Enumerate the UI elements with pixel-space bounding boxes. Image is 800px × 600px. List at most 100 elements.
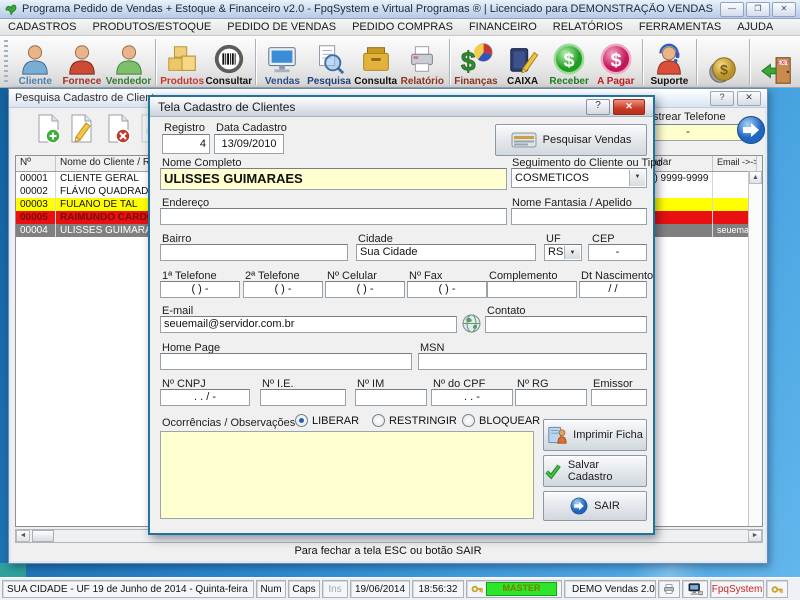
toolbar-pesquisa-button[interactable]: Pesquisa — [306, 37, 353, 87]
menu-relatorios[interactable]: RELATÓRIOS — [545, 21, 631, 33]
minimize-icon[interactable]: — — [720, 2, 744, 17]
dialog-help-icon[interactable]: ? — [586, 99, 610, 115]
chevron-down-icon[interactable]: ▼ — [564, 246, 580, 259]
toolbar-coin-button[interactable]: $ — [700, 37, 747, 87]
ie-field[interactable] — [260, 389, 346, 406]
endereco-field[interactable] — [160, 208, 507, 225]
ocorrencias-label: Ocorrências / Observações — [162, 417, 295, 429]
status-computer[interactable] — [682, 580, 708, 598]
rg-field[interactable] — [515, 389, 587, 406]
complemento-field[interactable] — [487, 281, 577, 298]
cidade-field[interactable]: Sua Cidade — [356, 244, 536, 261]
status-master: MASTER — [466, 580, 562, 598]
send-email-icon[interactable] — [462, 314, 481, 333]
fax-field[interactable]: ( ) - — [407, 281, 487, 298]
toolbar-cliente-button[interactable]: Cliente — [12, 37, 59, 87]
registro-label: Registro — [164, 122, 205, 134]
toolbar-caixa-button[interactable]: CAIXA — [499, 37, 546, 87]
msn-field[interactable] — [418, 353, 647, 370]
uf-select[interactable]: RS ▼ — [544, 244, 582, 261]
col-header-num[interactable]: Nº — [16, 156, 56, 171]
delete-record-icon[interactable] — [106, 113, 132, 145]
scrollbar-thumb[interactable] — [32, 530, 54, 542]
menu-ajuda[interactable]: AJUDA — [729, 21, 781, 33]
menu-ferramentas[interactable]: FERRAMENTAS — [631, 21, 729, 33]
dt-nascimento-field[interactable]: / / — [579, 281, 647, 298]
monitor-icon — [265, 42, 299, 76]
radio-bloquear[interactable]: BLOQUEAR — [462, 414, 540, 427]
cnpj-field[interactable]: . . / - — [160, 389, 250, 406]
bairro-field[interactable] — [160, 244, 348, 261]
salvar-cadastro-button[interactable]: Salvar Cadastro — [543, 455, 647, 487]
edit-record-icon[interactable] — [69, 113, 95, 145]
dialog-titlebar: Tela Cadastro de Clientes ? ✕ — [150, 97, 653, 117]
app-logo-icon — [4, 2, 18, 16]
cep-field[interactable]: - — [588, 244, 647, 261]
menu-produtos-estoque[interactable]: PRODUTOS/ESTOQUE — [84, 21, 219, 33]
imprimir-ficha-button[interactable]: Imprimir Ficha — [543, 419, 647, 451]
scroll-right-icon[interactable]: ► — [748, 530, 762, 542]
key-icon — [471, 583, 483, 595]
im-field[interactable] — [355, 389, 427, 406]
search-window-footer-hint: Para fechar a tela ESC ou botão SAIR — [9, 545, 767, 557]
toolbar-vendas-button[interactable]: Vendas — [259, 37, 306, 87]
toolbar-suporte-button[interactable]: Suporte — [646, 37, 693, 87]
toolbar-consulta-button[interactable]: Consulta — [352, 37, 399, 87]
ocorrencias-textarea[interactable] — [160, 431, 534, 519]
chevron-down-icon[interactable]: ▼ — [629, 170, 645, 186]
seguimento-select[interactable]: COSMETICOS ▼ — [511, 168, 647, 188]
menu-pedido-compras[interactable]: PEDIDO COMPRAS — [344, 21, 461, 33]
radio-liberar[interactable]: LIBERAR — [295, 414, 359, 427]
scroll-up-icon[interactable]: ▲ — [749, 171, 762, 184]
radio-restringir[interactable]: RESTRINGIR — [372, 414, 457, 427]
pesquisar-vendas-button[interactable]: Pesquisar Vendas — [495, 124, 647, 156]
toolbar-fornece-button[interactable]: Fornece — [59, 37, 106, 87]
cpf-field[interactable]: . . - — [431, 389, 513, 406]
status-caps: Caps — [288, 580, 320, 598]
help-icon[interactable]: ? — [710, 91, 734, 106]
sair-button[interactable]: SAIR — [543, 491, 647, 521]
status-printer[interactable] — [658, 580, 680, 598]
scroll-left-icon[interactable]: ◄ — [16, 530, 30, 542]
emissor-field[interactable] — [591, 389, 647, 406]
green-dollar-ball-icon: $ — [552, 42, 586, 76]
tel2-field[interactable]: ( ) - — [243, 281, 323, 298]
nome-fantasia-field[interactable] — [511, 208, 647, 225]
toolbar-vendedor-button[interactable]: Vendedor — [105, 37, 152, 87]
toolbar-consultar-button[interactable]: Consultar — [205, 37, 252, 87]
window-title: Programa Pedido de Vendas + Estoque & Fi… — [22, 3, 716, 15]
red-dollar-ball-icon: $ — [599, 42, 633, 76]
person-blue-icon — [18, 42, 52, 76]
toolbar-relatorio-button[interactable]: Relatório — [399, 37, 446, 87]
dialog-close-icon[interactable]: ✕ — [613, 99, 645, 115]
svg-text:EXIT: EXIT — [777, 60, 789, 66]
close-icon[interactable]: ✕ — [772, 2, 796, 17]
toolbar-produtos-button[interactable]: Produtos — [159, 37, 206, 87]
toolbar-a-pagar-button[interactable]: $ A Pagar — [592, 37, 639, 87]
status-bar: SUA CIDADE - UF 19 de Junho de 2014 - Qu… — [0, 577, 800, 600]
vertical-scrollbar[interactable]: ▲ — [748, 171, 762, 526]
toolbar-receber-button[interactable]: $ Receber — [546, 37, 593, 87]
menu-pedido-de-vendas[interactable]: PEDIDO DE VENDAS — [219, 21, 344, 33]
menu-financeiro[interactable]: FINANCEIRO — [461, 21, 545, 33]
col-header-email[interactable]: Email ->->-> — [713, 156, 757, 171]
status-location: SUA CIDADE - UF 19 de Junho de 2014 - Qu… — [2, 580, 254, 598]
tel1-field[interactable]: ( ) - — [160, 281, 240, 298]
nome-completo-field[interactable]: ULISSES GUIMARAES — [160, 168, 507, 190]
contato-field[interactable] — [485, 316, 647, 333]
rastrear-go-button[interactable] — [736, 115, 766, 145]
menu-cadastros[interactable]: CADASTROS — [0, 21, 84, 33]
email-field[interactable]: seuemail@servidor.com.br — [160, 316, 457, 333]
title-bar: Programa Pedido de Vendas + Estoque & Fi… — [0, 0, 800, 19]
celular-field[interactable]: ( ) - — [325, 281, 405, 298]
maximize-icon[interactable]: ❒ — [746, 2, 770, 17]
registro-field[interactable]: 4 — [162, 134, 210, 154]
toolbar-exit-button[interactable]: EXIT — [753, 37, 800, 87]
status-key[interactable] — [766, 580, 788, 598]
close-icon[interactable]: ✕ — [737, 91, 761, 106]
home-page-field[interactable] — [160, 353, 412, 370]
data-cadastro-field[interactable]: 13/09/2010 — [214, 134, 284, 154]
add-record-icon[interactable] — [36, 113, 62, 145]
toolbar-separator — [642, 39, 643, 85]
toolbar-financas-button[interactable]: $ Finanças — [453, 37, 500, 87]
